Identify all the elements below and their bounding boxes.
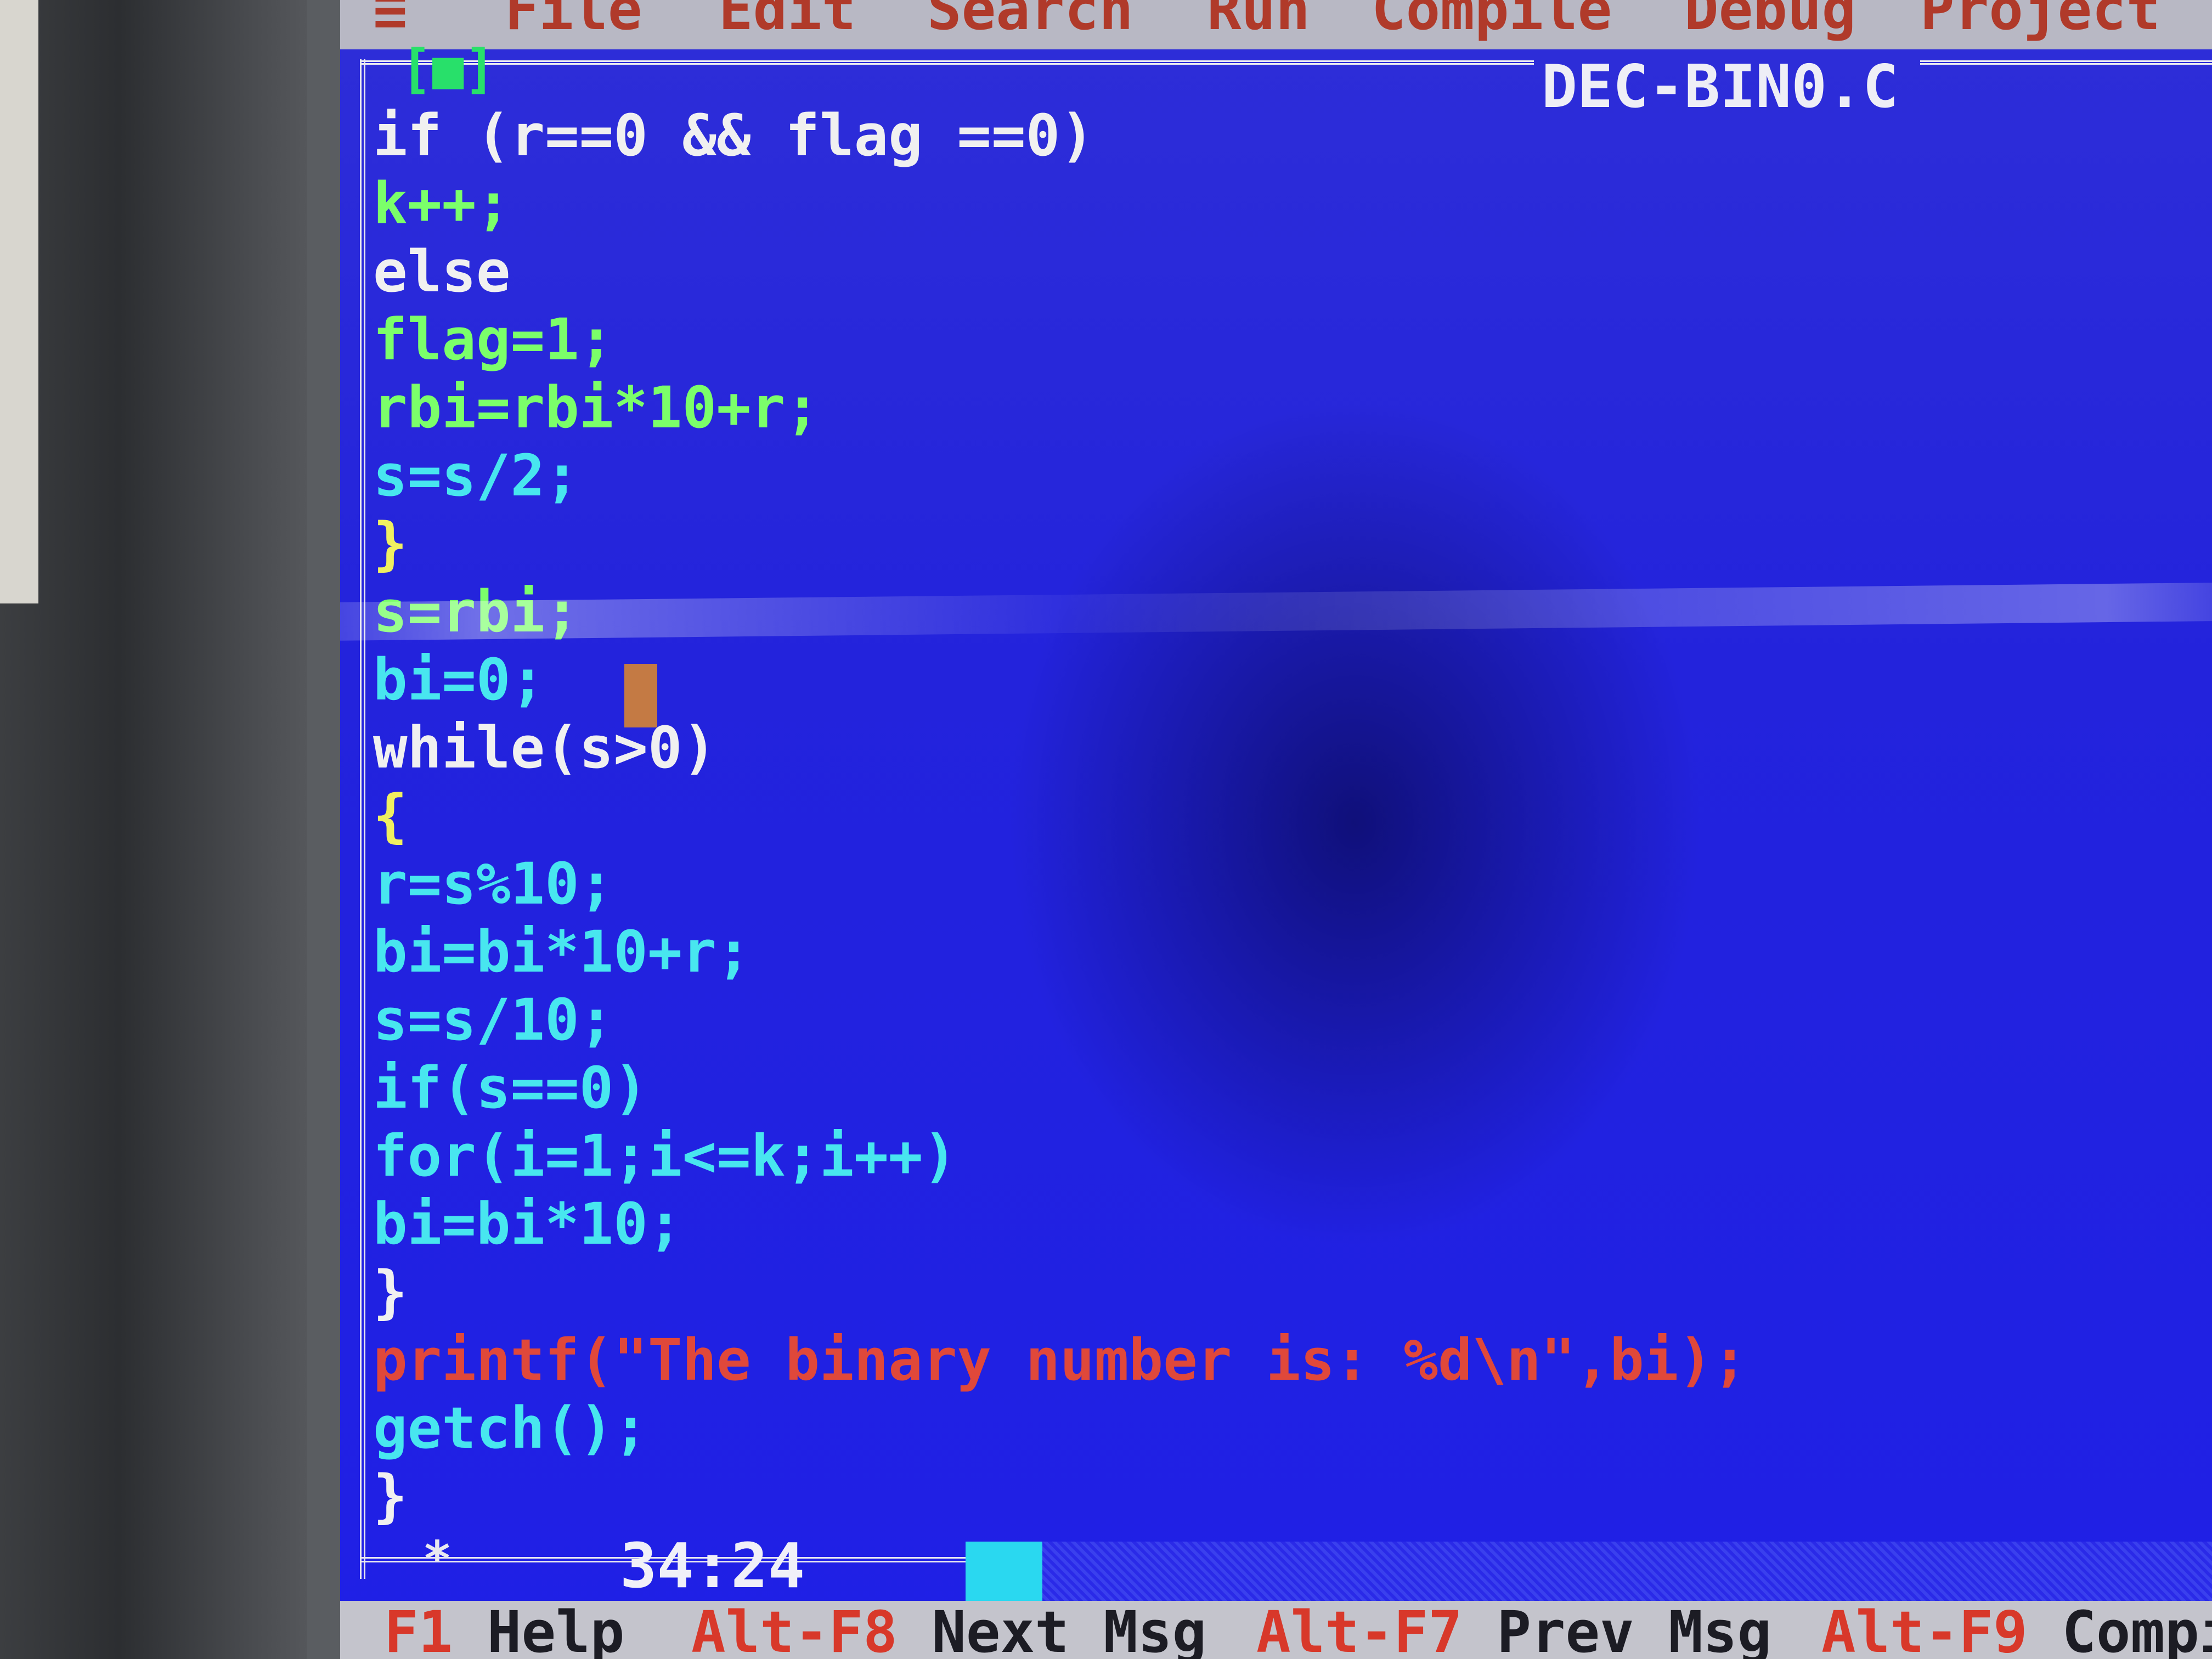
code-line: rbi=rbi*10+r; (373, 374, 820, 441)
code-line: if (r==0 && flag ==0) (373, 102, 1094, 169)
status-prev-msg[interactable]: Alt-F7 Prev Msg (1256, 1603, 1771, 1659)
window-frame-top (360, 60, 1534, 72)
status-compile[interactable]: Alt-F9 Compi (1821, 1603, 2212, 1659)
background-wall (0, 0, 38, 603)
code-line: getch(); (373, 1395, 648, 1462)
code-line: r=s%10; (373, 850, 614, 917)
menu-project[interactable]: Project (1920, 0, 2160, 38)
status-f1-help[interactable]: F1 Help (384, 1603, 624, 1659)
close-box-icon[interactable]: [■] (400, 38, 495, 100)
code-line: bi=bi*10+r; (373, 918, 751, 985)
menu-run[interactable]: Run (1207, 0, 1310, 38)
code-line: bi=0; (373, 646, 545, 713)
monitor-bezel (0, 0, 340, 1659)
code-editor[interactable]: if (r==0 && flag ==0) k++; else flag=1; … (373, 101, 1747, 1530)
monitor-bezel-edge (307, 0, 342, 1659)
menu-search[interactable]: Search (927, 0, 1133, 38)
menu-debug[interactable]: Debug (1684, 0, 1856, 38)
code-line: } (373, 510, 408, 577)
code-line: for(i=1;i<=k;i++) (373, 1122, 957, 1189)
menu-bar: ≡ File Edit Search Run Compile Debug Pro… (340, 0, 2212, 49)
close-box[interactable]: [■] (400, 38, 495, 100)
status-bar: F1 Help Alt-F8 Next Msg Alt-F7 Prev Msg … (340, 1601, 2212, 1659)
code-line: } (373, 1259, 408, 1325)
window-frame-top-right (1920, 60, 2212, 72)
menu-system[interactable]: ≡ (373, 0, 408, 38)
cursor-position-indicator: 34:24 (620, 1531, 805, 1602)
menu-edit[interactable]: Edit (719, 0, 856, 38)
code-line: flag=1; (373, 306, 614, 373)
code-line: bi=bi*10; (373, 1190, 682, 1257)
code-line: s=s/10; (373, 986, 614, 1053)
code-line: else (373, 238, 511, 305)
horizontal-scrollbar[interactable] (1042, 1542, 2212, 1602)
menu-file[interactable]: File (505, 0, 642, 38)
text-cursor (624, 664, 657, 727)
code-line: } (373, 1463, 408, 1530)
menu-compile[interactable]: Compile (1372, 0, 1612, 38)
turbo-c-editor-screen: ≡ File Edit Search Run Compile Debug Pro… (340, 0, 2212, 1659)
horizontal-scroll-left-arrow-icon[interactable] (966, 1542, 1042, 1602)
code-line: if(s==0) (373, 1054, 648, 1121)
code-line: k++; (373, 170, 511, 237)
status-next-msg[interactable]: Alt-F8 Next Msg (691, 1603, 1206, 1659)
code-line: { (373, 782, 408, 849)
code-line: while(s>0) (373, 714, 717, 781)
code-line: s=s/2; (373, 442, 579, 509)
code-line: printf("The binary number is: %d\n",bi); (373, 1327, 1747, 1393)
resize-star-icon[interactable]: * (422, 1531, 452, 1588)
